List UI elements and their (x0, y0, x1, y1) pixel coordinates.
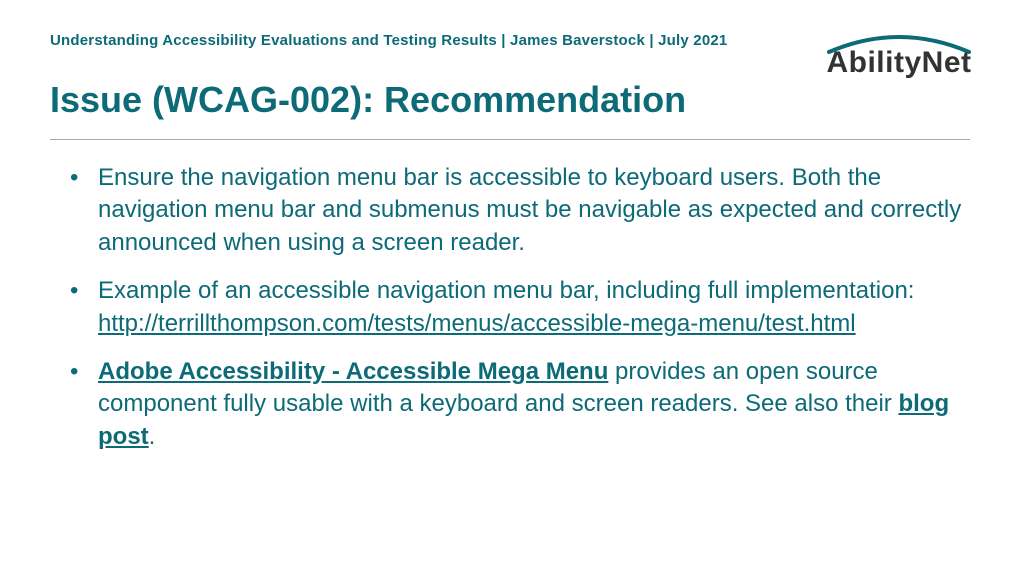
page-title: Issue (WCAG-002): Recommendation (50, 79, 974, 121)
adobe-accessibility-link[interactable]: Adobe Accessibility - Accessible Mega Me… (98, 358, 608, 385)
list-item: Adobe Accessibility - Accessible Mega Me… (50, 356, 970, 453)
divider (50, 139, 970, 140)
bullet-list: Ensure the navigation menu bar is access… (50, 162, 970, 453)
list-item: Ensure the navigation menu bar is access… (50, 162, 970, 259)
example-link[interactable]: http://terrillthompson.com/tests/menus/a… (98, 310, 856, 337)
slide: Understanding Accessibility Evaluations … (0, 0, 1024, 576)
bullet-text: . (149, 423, 156, 450)
bullet-text: Ensure the navigation menu bar is access… (98, 164, 961, 256)
breadcrumb: Understanding Accessibility Evaluations … (50, 28, 727, 49)
bullet-text: Example of an accessible navigation menu… (98, 277, 914, 304)
logo-text: AbilityNet (824, 48, 974, 78)
abilitynet-logo: AbilityNet (824, 30, 974, 78)
list-item: Example of an accessible navigation menu… (50, 275, 970, 340)
